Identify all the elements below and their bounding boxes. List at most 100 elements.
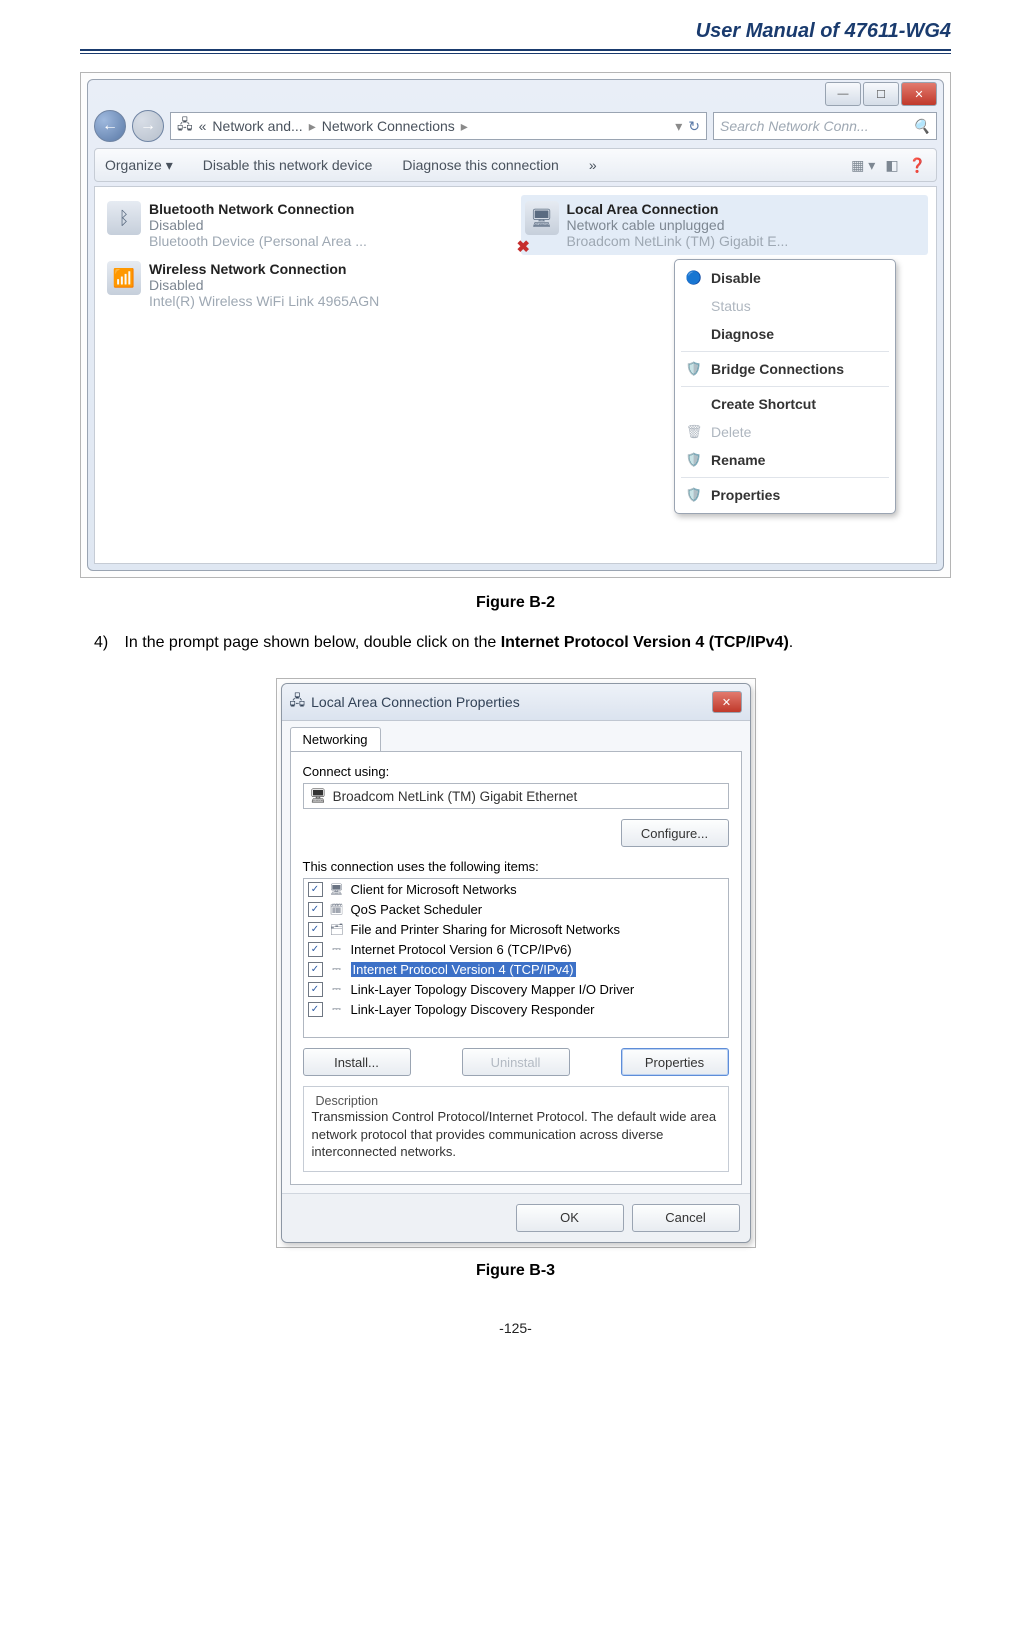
tab-networking[interactable]: Networking xyxy=(290,727,381,751)
menu-separator xyxy=(681,477,889,478)
checkbox-icon[interactable]: ✓ xyxy=(308,982,323,997)
breadcrumb-part2: Network Connections xyxy=(322,118,455,134)
step-after: . xyxy=(789,634,793,651)
arrow-left-icon: ← xyxy=(102,117,118,135)
protocol-icon: ⎓ xyxy=(329,941,345,957)
checkbox-icon[interactable]: ✓ xyxy=(308,902,323,917)
properties-button[interactable]: Properties xyxy=(621,1048,729,1076)
protocol-icon: ⎓ xyxy=(329,1001,345,1017)
item-label: Internet Protocol Version 6 (TCP/IPv6) xyxy=(351,942,572,957)
diagnose-button[interactable]: Diagnose this connection xyxy=(402,157,558,173)
shield-icon: 🛡️ xyxy=(685,451,703,469)
step-text: In the prompt page shown below, double c… xyxy=(124,634,500,651)
ctx-label: Properties xyxy=(711,487,780,503)
connection-status: Network cable unplugged xyxy=(567,217,789,233)
chevron-right-icon: ▸ xyxy=(309,118,316,135)
minimize-button[interactable]: — xyxy=(825,82,861,106)
view-icon[interactable]: ▦ ▾ xyxy=(851,157,875,174)
breadcrumb[interactable]: 🖧 « Network and... ▸ Network Connections… xyxy=(170,112,707,140)
maximize-button[interactable]: ☐ xyxy=(863,82,899,106)
overflow-button[interactable]: » xyxy=(589,157,597,173)
ctx-label: Diagnose xyxy=(711,326,774,342)
ctx-properties[interactable]: 🛡️Properties xyxy=(675,481,895,509)
ctx-diagnose[interactable]: Diagnose xyxy=(675,320,895,348)
ok-button[interactable]: OK xyxy=(516,1204,624,1232)
toolbar: Organize ▾ Disable this network device D… xyxy=(94,148,937,182)
connection-device: Bluetooth Device (Personal Area ... xyxy=(149,233,367,249)
disable-device-button[interactable]: Disable this network device xyxy=(203,157,373,173)
dialog-title-text: Local Area Connection Properties xyxy=(311,694,520,710)
forward-button[interactable]: → xyxy=(132,110,164,142)
list-item-selected[interactable]: ✓⎓Internet Protocol Version 4 (TCP/IPv4) xyxy=(304,959,728,979)
step-number: 4) xyxy=(94,634,120,652)
checkbox-icon[interactable]: ✓ xyxy=(308,942,323,957)
list-item[interactable]: ✓⎓Link-Layer Topology Discovery Mapper I… xyxy=(304,979,728,999)
configure-button[interactable]: Configure... xyxy=(621,819,729,847)
tab-strip: Networking xyxy=(282,721,750,751)
description-legend: Description xyxy=(312,1094,383,1108)
connect-using-label: Connect using: xyxy=(303,764,729,779)
connection-item[interactable]: 📶 Wireless Network Connection Disabled I… xyxy=(103,255,511,315)
dialog-titlebar: 🖧 Local Area Connection Properties ✕ xyxy=(282,684,750,721)
search-input[interactable]: Search Network Conn... 🔍 xyxy=(713,112,937,140)
ctx-rename[interactable]: 🛡️Rename xyxy=(675,446,895,474)
connection-title: Bluetooth Network Connection xyxy=(149,201,367,217)
cancel-button[interactable]: Cancel xyxy=(632,1204,740,1232)
list-item[interactable]: ✓ 🗓 QoS Packet Scheduler xyxy=(304,899,728,919)
pane-icon[interactable]: ◧ xyxy=(885,157,898,174)
qos-icon: 🗓 xyxy=(329,901,345,917)
ctx-delete: 🗑 Delete xyxy=(675,418,895,446)
tab-body: Connect using: 🖥 Broadcom NetLink (TM) G… xyxy=(290,751,742,1185)
header-rule xyxy=(80,53,951,54)
close-button[interactable]: ✕ xyxy=(901,82,937,106)
wifi-icon: 📶 xyxy=(107,261,141,295)
install-button[interactable]: Install... xyxy=(303,1048,411,1076)
dropdown-icon[interactable]: ▾ xyxy=(675,118,682,135)
breadcrumb-part1: Network and... xyxy=(212,118,302,134)
list-item[interactable]: ✓🗂File and Printer Sharing for Microsoft… xyxy=(304,919,728,939)
diagnose-icon xyxy=(685,325,703,343)
checkbox-icon[interactable]: ✓ xyxy=(308,882,323,897)
connection-device: Broadcom NetLink (TM) Gigabit E... xyxy=(567,233,789,249)
item-label: QoS Packet Scheduler xyxy=(351,902,483,917)
delete-icon: 🗑 xyxy=(685,423,703,441)
ethernet-icon: 🖥 xyxy=(525,201,559,235)
ctx-shortcut[interactable]: Create Shortcut xyxy=(675,390,895,418)
checkbox-icon[interactable]: ✓ xyxy=(308,922,323,937)
list-item[interactable]: ✓🖥Client for Microsoft Networks xyxy=(304,879,728,899)
connection-title: Local Area Connection xyxy=(567,201,789,217)
chevron-right-icon: ▸ xyxy=(461,118,468,135)
shield-icon: 🛡️ xyxy=(685,360,703,378)
checkbox-icon[interactable]: ✓ xyxy=(308,962,323,977)
refresh-icon[interactable]: ↻ xyxy=(688,118,700,135)
back-button[interactable]: ← xyxy=(94,110,126,142)
items-list[interactable]: ✓🖥Client for Microsoft Networks ✓ 🗓 QoS Pa… xyxy=(303,878,729,1038)
adapter-icon: 🖥 xyxy=(310,788,327,804)
dialog-close-button[interactable]: ✕ xyxy=(712,691,742,713)
list-item[interactable]: ✓ ⎓ Internet Protocol Version 6 (TCP/IPv6) xyxy=(304,939,728,959)
figure-caption: Figure B-3 xyxy=(80,1262,951,1280)
connection-title: Wireless Network Connection xyxy=(149,261,379,277)
ctx-bridge[interactable]: 🛡️ Bridge Connections xyxy=(675,355,895,383)
description-text: Transmission Control Protocol/Internet P… xyxy=(312,1108,720,1161)
checkbox-icon[interactable]: ✓ xyxy=(308,1002,323,1017)
item-label: Link-Layer Topology Discovery Responder xyxy=(351,1002,595,1017)
item-label: Client for Microsoft Networks xyxy=(351,882,517,897)
ctx-label: Bridge Connections xyxy=(711,361,844,377)
ctx-label: Disable xyxy=(711,270,761,286)
help-icon[interactable]: ❓ xyxy=(909,157,926,174)
adapter-name: Broadcom NetLink (TM) Gigabit Ethernet xyxy=(333,789,578,804)
connection-item-selected[interactable]: ✖ 🖥 Local Area Connection Network cable … xyxy=(521,195,929,255)
ctx-status: Status xyxy=(675,292,895,320)
ctx-disable[interactable]: 🔵Disable xyxy=(675,264,895,292)
ctx-label: Create Shortcut xyxy=(711,396,816,412)
status-icon xyxy=(685,297,703,315)
uninstall-button: Uninstall xyxy=(462,1048,570,1076)
connection-item[interactable]: ᛒ Bluetooth Network Connection Disabled … xyxy=(103,195,511,255)
organize-menu[interactable]: Organize ▾ xyxy=(105,157,173,174)
connection-device: Intel(R) Wireless WiFi Link 4965AGN xyxy=(149,293,379,309)
list-item[interactable]: ✓ ⎓ Link-Layer Topology Discovery Responde… xyxy=(304,999,728,1019)
adapter-field: 🖥 Broadcom NetLink (TM) Gigabit Ethernet xyxy=(303,783,729,809)
ctx-label: Delete xyxy=(711,424,751,440)
network-icon: 🖧 xyxy=(290,690,306,714)
